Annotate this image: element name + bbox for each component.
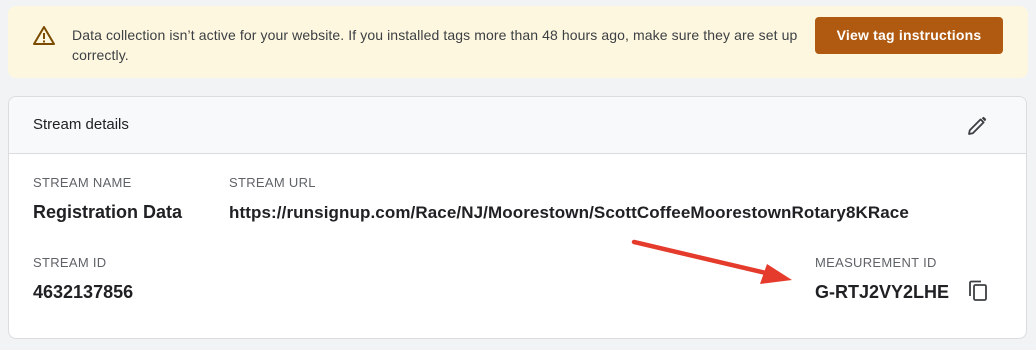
copy-icon[interactable] (966, 279, 990, 303)
stream-name-value: Registration Data (33, 202, 183, 222)
card-header: Stream details (9, 97, 1026, 154)
stream-details-card: Stream details STREAM NAME Registration … (8, 96, 1027, 339)
measurement-id-value: G-RTJ2VY2LHE (815, 282, 950, 302)
stream-id-value: 4632137856 (33, 282, 134, 302)
pencil-icon[interactable] (965, 114, 989, 138)
view-tag-instructions-button[interactable]: View tag instructions (815, 17, 1003, 54)
stream-url-value: https://runsignup.com/Race/NJ/Moorestown… (229, 203, 909, 222)
warning-banner: Data collection isn’t active for your we… (8, 6, 1028, 78)
stream-id-label: STREAM ID (33, 255, 107, 270)
card-title: Stream details (33, 116, 129, 133)
annotation-arrow (631, 239, 792, 284)
warning-icon (33, 26, 55, 45)
stream-name-label: STREAM NAME (33, 175, 132, 190)
measurement-id-label: MEASUREMENT ID (815, 255, 937, 270)
stream-url-label: STREAM URL (229, 175, 316, 190)
warning-message: Data collection isn’t active for your we… (72, 27, 798, 63)
